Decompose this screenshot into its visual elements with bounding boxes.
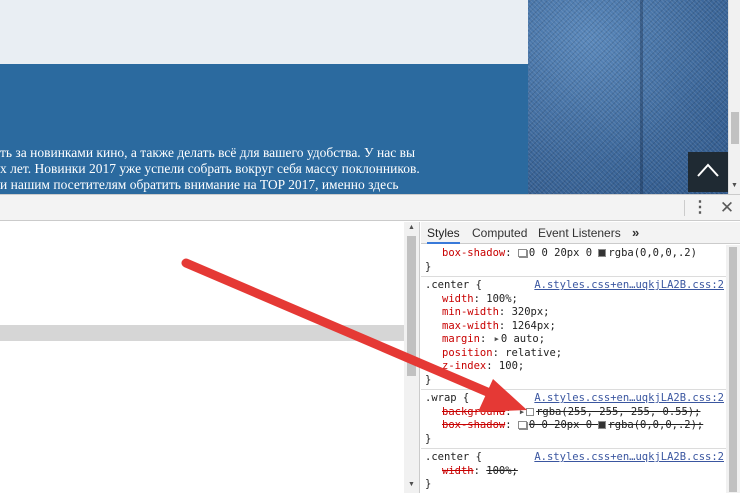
css-property-value[interactable]: relative;: [505, 347, 562, 359]
close-devtools-icon[interactable]: ✕: [718, 197, 736, 219]
css-property-name[interactable]: background: [442, 406, 505, 418]
css-rule-block: .wrap {A.styles.css+en…uqkjLA2B.css:2 bac…: [421, 390, 726, 449]
css-property-name[interactable]: margin: [442, 333, 480, 345]
css-color-value[interactable]: rgba(0,0,0,.2): [608, 247, 697, 259]
css-color-value[interactable]: rgba(0,0,0,.2);: [608, 419, 703, 431]
css-colon: :: [473, 292, 487, 305]
stylesheet-source-link[interactable]: A.styles.css+en…uqkjLA2B.css:2: [534, 392, 724, 406]
tab-computed[interactable]: Computed: [472, 222, 527, 244]
styles-tab-bar: Styles Computed Event Listeners »: [421, 222, 740, 244]
css-property[interactable]: max-width: 1264px;: [425, 320, 726, 334]
css-property-value[interactable]: 100%;: [486, 465, 518, 477]
shadow-editor-icon[interactable]: [517, 421, 527, 429]
css-rule-block: .center {A.styles.css+en…uqkjLA2B.css:2 w…: [421, 277, 726, 390]
css-rule-close: }: [425, 373, 432, 386]
css-property-value[interactable]: 100%;: [486, 293, 518, 305]
css-colon: :: [498, 319, 512, 332]
css-rule-close: }: [425, 260, 432, 273]
css-colon: :: [505, 405, 518, 418]
css-property-value[interactable]: 0 auto;: [501, 333, 545, 345]
css-property-name[interactable]: position: [442, 347, 493, 359]
elements-scrollbar[interactable]: ▲ ▼: [404, 222, 419, 493]
scroll-down-arrow-icon[interactable]: ▼: [408, 481, 415, 488]
css-rule-header: .center { A.styles.css+en…uqkjLA2B.css:2: [425, 451, 726, 465]
styles-scrollbar[interactable]: [726, 245, 740, 493]
devtools-toolbar: ⋮ ✕: [0, 195, 740, 221]
scroll-up-arrow-icon[interactable]: ▲: [408, 224, 415, 231]
css-selector[interactable]: .center {: [425, 451, 482, 463]
toolbar-divider: [684, 200, 685, 216]
stylesheet-source-link[interactable]: A.styles.css+en…uqkjLA2B.css:2: [534, 451, 724, 465]
css-property[interactable]: width: 100%;: [425, 293, 726, 307]
page-scrollbar[interactable]: ▼: [728, 0, 740, 194]
css-property-name[interactable]: width: [442, 465, 474, 477]
css-colon: :: [486, 360, 499, 372]
styles-sidebar: Styles Computed Event Listeners » box-sh…: [421, 222, 740, 493]
more-options-icon[interactable]: ⋮: [692, 197, 708, 219]
expand-triangle-icon[interactable]: ▶: [520, 406, 524, 420]
css-property-name[interactable]: width: [442, 293, 474, 305]
page-viewport: ть за новинками кино, а также делать всё…: [0, 0, 740, 194]
css-colon: :: [479, 333, 493, 345]
css-property-name[interactable]: min-width: [442, 306, 499, 318]
css-property[interactable]: z-index: 100;: [425, 360, 726, 374]
css-property-value[interactable]: 320px;: [512, 306, 550, 318]
site-text-line: ть за новинками кино, а также делать всё…: [0, 145, 416, 160]
elements-scrollbar-thumb[interactable]: [407, 236, 416, 376]
css-selector[interactable]: .wrap {: [425, 392, 469, 404]
css-rule-header: .center { A.styles.css+en…uqkjLA2B.css:2: [425, 279, 726, 293]
denim-seam: [640, 0, 643, 194]
site-text-line: х лет. Новинки 2017 уже успели собрать в…: [0, 161, 420, 176]
chevron-up-icon: [697, 163, 719, 177]
site-intro-text: ть за новинками кино, а также делать всё…: [0, 145, 528, 193]
scroll-to-top-button[interactable]: [688, 152, 728, 192]
site-header-area: [0, 0, 528, 64]
css-property[interactable]: background: ▶ rgba(255, 255, 255, 0.55);: [425, 406, 726, 420]
css-rule-close: }: [425, 478, 432, 490]
css-property[interactable]: margin: ▶ 0 auto;: [425, 333, 726, 347]
css-colon: :: [505, 419, 518, 431]
css-colon: :: [492, 346, 506, 359]
css-property-name[interactable]: box-shadow: [442, 419, 505, 431]
css-rule-block: box-shadow: 0 0 20px 0 rgba(0,0,0,.2)}: [421, 245, 726, 277]
shadow-editor-icon[interactable]: [517, 249, 527, 257]
devtools-panel: ⋮ ✕ ▲ ▼ Styles Computed Event Listeners …: [0, 194, 740, 493]
color-swatch-icon[interactable]: [598, 249, 607, 257]
site-text-line: и нашим посетителям обратить внимание на…: [0, 177, 399, 192]
elements-panel[interactable]: ▲ ▼: [0, 222, 420, 493]
css-color-value[interactable]: rgba(255, 255, 255, 0.55);: [536, 406, 700, 418]
css-rules-list: box-shadow: 0 0 20px 0 rgba(0,0,0,.2)} .c…: [421, 245, 726, 493]
css-property[interactable]: box-shadow: 0 0 20px 0 rgba(0,0,0,.2);: [425, 419, 726, 433]
css-property-value[interactable]: 1264px;: [512, 320, 556, 332]
css-property[interactable]: box-shadow: 0 0 20px 0 rgba(0,0,0,.2): [425, 247, 726, 261]
css-selector[interactable]: .center {: [425, 279, 482, 291]
css-property-value[interactable]: 100;: [499, 360, 524, 372]
tab-event-listeners[interactable]: Event Listeners: [538, 222, 621, 244]
css-rule-close: }: [425, 432, 432, 445]
css-colon: :: [498, 306, 512, 318]
css-rule-header: .wrap { A.styles.css+en…uqkjLA2B.css:2: [425, 392, 726, 406]
css-colon: :: [505, 247, 518, 259]
css-property-name[interactable]: box-shadow: [442, 247, 505, 259]
tab-styles[interactable]: Styles: [427, 222, 460, 244]
css-property[interactable]: position: relative;: [425, 347, 726, 361]
css-rule-block: .center {A.styles.css+en…uqkjLA2B.css:2 w…: [421, 449, 726, 493]
color-swatch-icon[interactable]: [598, 421, 607, 429]
color-swatch-icon[interactable]: [526, 407, 535, 416]
css-property[interactable]: min-width: 320px;: [425, 306, 726, 320]
css-property-value[interactable]: 0 0 20px 0: [529, 247, 599, 259]
css-property[interactable]: width: 100%;: [425, 465, 726, 479]
stylesheet-source-link[interactable]: A.styles.css+en…uqkjLA2B.css:2: [534, 279, 724, 293]
css-property-value[interactable]: 0 0 20px 0: [529, 419, 599, 431]
selected-node-highlight[interactable]: [0, 325, 404, 341]
css-property-name[interactable]: z-index: [442, 360, 486, 372]
scroll-down-arrow-icon[interactable]: ▼: [731, 182, 738, 190]
more-tabs-icon[interactable]: »: [632, 222, 639, 244]
expand-triangle-icon[interactable]: ▶: [495, 333, 499, 347]
styles-scrollbar-thumb[interactable]: [729, 247, 737, 492]
css-colon: :: [473, 464, 487, 477]
page-scrollbar-thumb[interactable]: [731, 112, 739, 144]
css-property-name[interactable]: max-width: [442, 320, 499, 332]
